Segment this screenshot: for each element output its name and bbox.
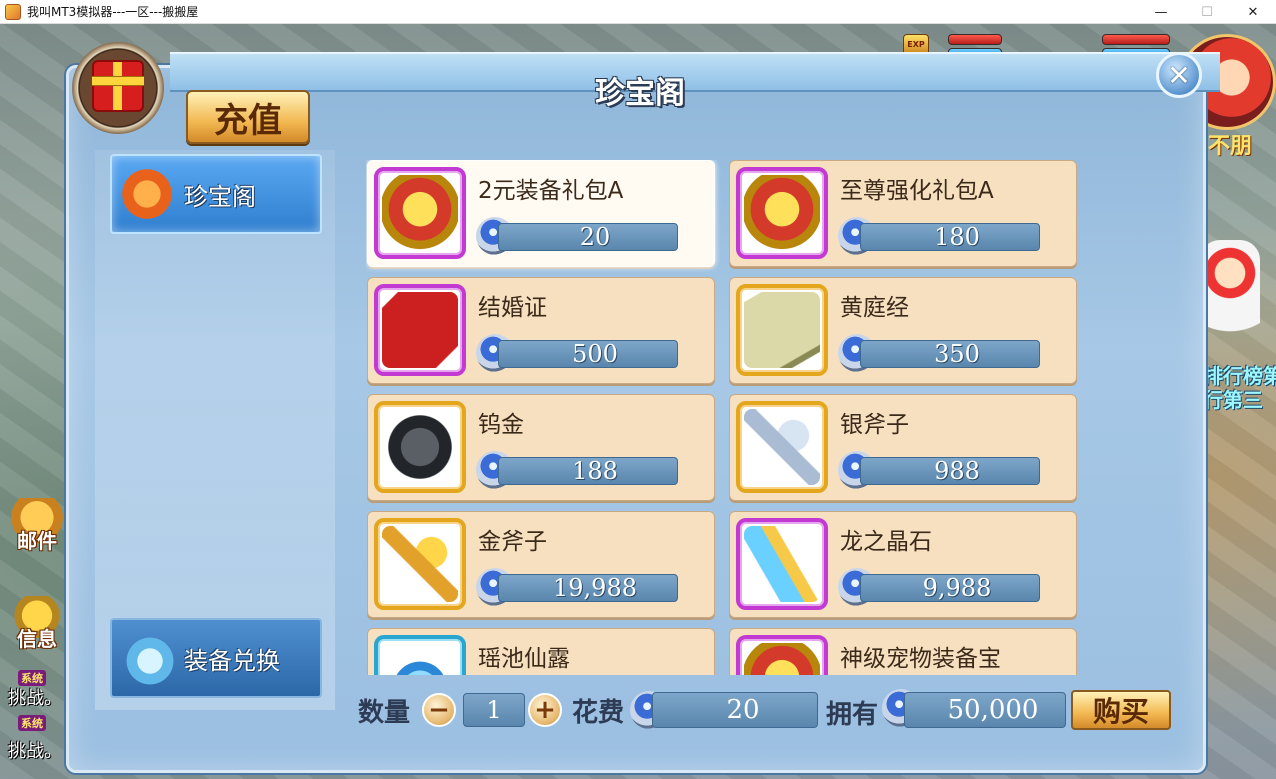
item-card[interactable]: 至尊强化礼包A 180 bbox=[729, 160, 1077, 267]
item-name: 金斧子 bbox=[478, 529, 547, 555]
item-name: 银斧子 bbox=[840, 412, 909, 438]
item-card[interactable]: 金斧子 19,988 bbox=[367, 511, 715, 618]
item-slot bbox=[374, 518, 466, 610]
window-controls: — ☐ ✕ bbox=[1138, 0, 1276, 24]
cost-value: 20 bbox=[652, 692, 818, 728]
item-price: 20 bbox=[498, 223, 678, 251]
item-card[interactable]: 龙之晶石 9,988 bbox=[729, 511, 1077, 618]
message-label: 信息 bbox=[17, 627, 57, 651]
buy-button[interactable]: 购买 bbox=[1071, 690, 1171, 730]
tab-label: 珍宝阁 bbox=[184, 182, 256, 211]
item-price: 180 bbox=[860, 223, 1040, 251]
gift-ribbon bbox=[92, 76, 144, 86]
recharge-button[interactable]: 充值 bbox=[186, 90, 310, 144]
item-slot bbox=[374, 401, 466, 493]
item-price: 350 bbox=[860, 340, 1040, 368]
item-card[interactable]: 2元装备礼包A 20 bbox=[367, 160, 715, 267]
item-card[interactable]: 钨金 188 bbox=[367, 394, 715, 501]
item-name: 龙之晶石 bbox=[840, 529, 932, 555]
item-name: 神级宠物装备宝 bbox=[840, 646, 1001, 672]
chat-line[interactable]: 挑战。 bbox=[8, 737, 62, 763]
item-price: 988 bbox=[860, 457, 1040, 485]
hp-bar bbox=[948, 34, 1002, 45]
tab-label: 装备兑换 bbox=[184, 646, 280, 675]
gold-axe-icon bbox=[382, 526, 458, 602]
item-card[interactable]: 结婚证 500 bbox=[367, 277, 715, 384]
tab-treasure-pavilion[interactable]: 珍宝阁 bbox=[110, 154, 322, 234]
panel-title: 珍宝阁 bbox=[595, 76, 685, 111]
mail-button[interactable]: 邮件 bbox=[8, 498, 66, 554]
item-slot bbox=[736, 284, 828, 376]
rank-text-2[interactable]: 行第三 bbox=[1203, 384, 1263, 413]
window-close-button[interactable]: ✕ bbox=[1230, 0, 1276, 24]
item-card[interactable]: 银斧子 988 bbox=[729, 394, 1077, 501]
silver-axe-icon bbox=[744, 409, 820, 485]
quantity-plus-button[interactable]: + bbox=[528, 693, 562, 727]
mail-label: 邮件 bbox=[17, 529, 57, 553]
item-price: 19,988 bbox=[498, 574, 678, 602]
quantity-minus-button[interactable]: − bbox=[422, 693, 456, 727]
window-title: 我叫MT3模拟器---一区---搬搬屋 bbox=[27, 5, 199, 19]
treasure-chest-icon bbox=[382, 175, 458, 251]
treasure-chest-icon bbox=[744, 175, 820, 251]
item-card[interactable]: 瑶池仙露 bbox=[367, 628, 715, 675]
pet-hp-bar bbox=[1102, 34, 1170, 45]
tab-equipment-exchange[interactable]: 装备兑换 bbox=[110, 618, 322, 698]
item-slot bbox=[736, 167, 828, 259]
item-price: 188 bbox=[498, 457, 678, 485]
item-card[interactable]: 黄庭经 350 bbox=[729, 277, 1077, 384]
item-name: 瑶池仙露 bbox=[478, 646, 570, 672]
item-slot bbox=[736, 635, 828, 675]
item-card[interactable]: 神级宠物装备宝 bbox=[729, 628, 1077, 675]
window-titlebar: 我叫MT3模拟器---一区---搬搬屋 — ☐ ✕ bbox=[0, 0, 1276, 24]
item-name: 钨金 bbox=[478, 412, 524, 438]
event-banner[interactable]: 不朋 bbox=[1208, 128, 1252, 160]
ranking-character[interactable] bbox=[1200, 240, 1260, 350]
item-slot bbox=[374, 635, 466, 675]
quantity-field[interactable]: 1 bbox=[463, 693, 525, 727]
chat-line[interactable]: 挑战。 bbox=[8, 684, 62, 710]
item-slot bbox=[374, 284, 466, 376]
owned-label: 拥有 bbox=[826, 700, 879, 730]
gift-icon bbox=[92, 60, 144, 112]
maximize-button[interactable]: ☐ bbox=[1184, 0, 1230, 24]
treasure-chest-icon bbox=[744, 643, 820, 675]
close-icon: ✕ bbox=[1167, 58, 1191, 92]
item-name: 至尊强化礼包A bbox=[840, 178, 994, 204]
cost-label: 花费 bbox=[572, 698, 625, 728]
item-slot bbox=[736, 401, 828, 493]
item-name: 黄庭经 bbox=[840, 295, 909, 321]
item-grid[interactable]: 2元装备礼包A 20 至尊强化礼包A 180 结婚证 500 黄庭经 350 钨… bbox=[366, 160, 1078, 675]
item-name: 结婚证 bbox=[478, 295, 547, 321]
quantity-label: 数量 bbox=[358, 698, 411, 728]
minimize-button[interactable]: — bbox=[1138, 0, 1184, 24]
item-name: 2元装备礼包A bbox=[478, 178, 624, 204]
panel-close-button[interactable]: ✕ bbox=[1156, 52, 1202, 98]
app-icon bbox=[5, 3, 21, 20]
chat-tag: 系统 bbox=[18, 715, 46, 731]
item-price: 9,988 bbox=[860, 574, 1040, 602]
scripture-book-icon bbox=[744, 292, 820, 368]
item-slot bbox=[736, 518, 828, 610]
owned-value: 50,000 bbox=[904, 692, 1066, 728]
treasure-bag-icon bbox=[120, 164, 180, 224]
tungsten-ore-icon bbox=[382, 409, 458, 485]
item-price: 500 bbox=[498, 340, 678, 368]
dragon-crystal-icon bbox=[744, 526, 820, 602]
message-button[interactable]: 信息 bbox=[8, 596, 66, 652]
item-slot bbox=[374, 167, 466, 259]
marriage-certificate-icon bbox=[382, 292, 458, 368]
nectar-vial-icon bbox=[382, 643, 458, 675]
exchange-jar-icon bbox=[120, 628, 180, 688]
